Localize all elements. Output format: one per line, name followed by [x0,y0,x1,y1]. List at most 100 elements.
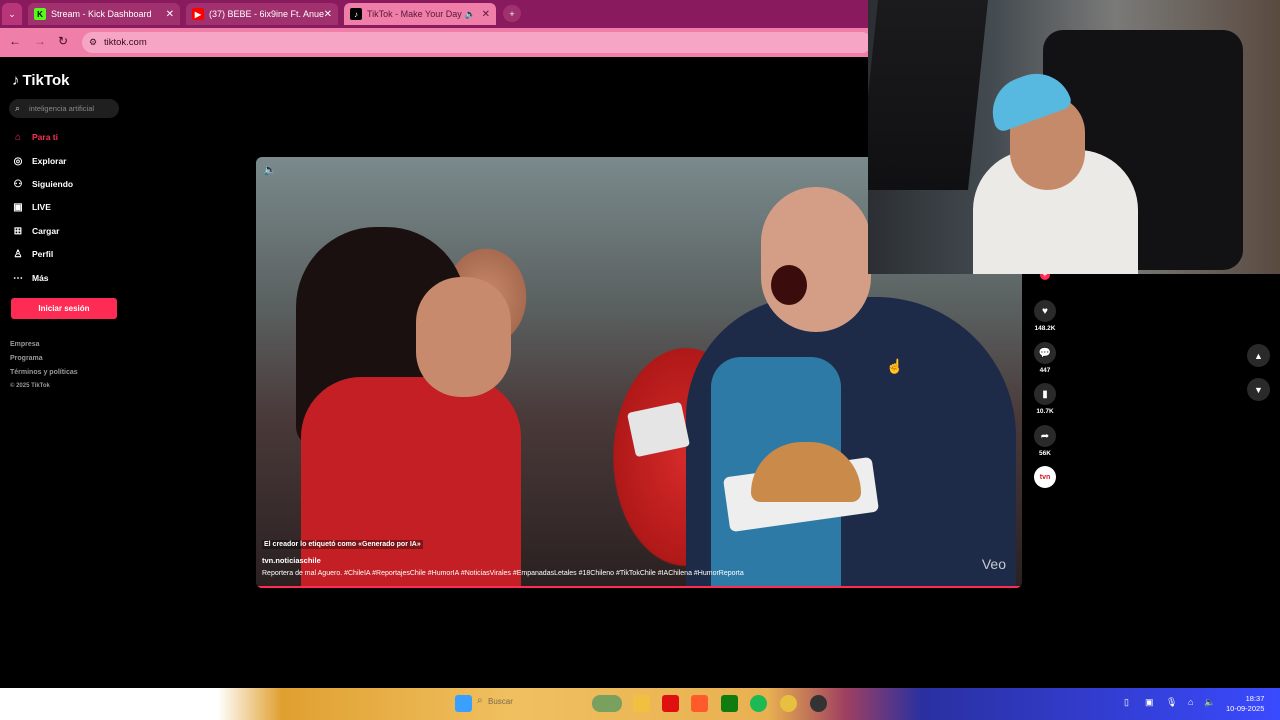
spotify-icon[interactable] [750,695,767,712]
tab-search-button[interactable]: ⌄ [2,3,22,25]
youtube-app-icon[interactable] [662,695,679,712]
save-action[interactable]: ▮ 10.7K [1034,383,1056,415]
profile-icon: ♙ [13,248,23,260]
taskbar-search-icon[interactable]: ⌕ [477,695,483,706]
webcam-overlay [868,0,1280,274]
youtube-favicon-icon: ▶ [192,8,204,20]
menu-label: Cargar [32,226,60,236]
menu-label: Más [32,273,49,283]
chrome-icon[interactable] [780,695,797,712]
close-tab-icon[interactable]: ✕ [324,9,332,20]
menu-item-siguiendo[interactable]: ⚇ Siguiendo [12,175,74,193]
comment-icon[interactable]: 💬 [1034,342,1056,364]
site-info-icon[interactable]: ⚙ [89,32,97,53]
clock-time: 18:37 [1245,694,1265,703]
tiktok-logo-icon: ♪ [12,72,20,89]
comment-action[interactable]: 💬 447 [1034,342,1056,374]
volume-icon[interactable]: 🔈 [263,163,277,176]
tray-app-icon[interactable]: ▣ [1145,697,1154,708]
chevron-down-icon: ⌄ [8,8,16,19]
compass-icon: ◎ [13,155,23,167]
app-icon[interactable] [691,695,708,712]
widgets-icon[interactable] [592,695,622,712]
upload-icon: ⊞ [13,225,23,237]
menu-item-live[interactable]: ▣ LIVE [12,198,51,216]
system-clock[interactable]: 18:37 10-09-2025 [1226,694,1264,714]
live-icon: ▣ [13,201,23,213]
volume-tray-icon[interactable]: 🔈 [1204,697,1215,708]
tray-usb-icon[interactable]: ▯ [1124,697,1129,708]
previous-video-button[interactable]: ▲ [1247,344,1270,367]
more-icon: ⋯ [13,272,23,284]
tiktok-logo[interactable]: ♪ TikTok [12,72,69,89]
footer-link-empresa[interactable]: Empresa [10,341,40,348]
file-explorer-icon[interactable] [633,695,650,712]
menu-item-cargar[interactable]: ⊞ Cargar [12,222,60,240]
tiktok-favicon-icon: ♪ [350,8,362,20]
menu-item-explorar[interactable]: ◎ Explorar [12,152,67,170]
next-video-button[interactable]: ▼ [1247,378,1270,401]
video-scene-reporter-jacket [301,377,521,588]
creator-name[interactable]: tvn.noticiaschile [262,556,321,565]
search-icon: ⌕ [15,103,21,113]
address-bar: ← → ↻ ⚙ tiktok.com [0,28,872,57]
tab-title: Stream - Kick Dashboard [51,9,152,19]
tvn-disc-icon: tvn [1034,466,1056,488]
chevron-down-icon: ▼ [1254,384,1263,395]
menu-item-para-ti[interactable]: ⌂ Para ti [12,128,58,146]
video-scene-microphone [626,401,691,458]
like-count: 148.2K [1034,325,1056,332]
tab-title: TikTok - Make Your Day [367,9,462,19]
microphone-icon[interactable]: 🎙 [1166,697,1177,708]
taskbar-search[interactable]: Buscar [488,697,513,706]
close-tab-icon[interactable]: ✕ [166,9,174,20]
logo-text: TikTok [22,72,70,89]
share-icon[interactable]: ➦ [1034,425,1056,447]
tab-title: (37) BEBE - 6ix9ine Ft. Anuel AA [209,9,324,19]
network-icon[interactable]: ⌂ [1188,697,1193,707]
like-action[interactable]: ♥ 148.2K [1034,300,1056,332]
back-icon[interactable]: ← [9,34,21,48]
ai-generated-label: El creador lo etiquetó como «Generado po… [262,540,423,549]
xbox-icon[interactable] [721,695,738,712]
save-count: 10.7K [1036,408,1054,415]
url-field[interactable]: ⚙ tiktok.com [82,32,872,53]
forward-icon[interactable]: → [34,34,46,48]
browser-tab-bar: ⌄ K Stream - Kick Dashboard ✕ ▶ (37) BEB… [0,0,868,28]
search-text: inteligencia artificial [29,104,95,113]
obs-icon[interactable] [810,695,827,712]
following-icon: ⚇ [13,178,23,190]
share-action[interactable]: ➦ 56K [1034,425,1056,457]
menu-item-perfil[interactable]: ♙ Perfil [12,245,54,263]
heart-icon[interactable]: ♥ [1034,300,1056,322]
veo-watermark: Veo [981,556,1006,572]
menu-label: Perfil [32,249,54,259]
tab-kick-dashboard[interactable]: K Stream - Kick Dashboard ✕ [28,3,180,25]
new-tab-button[interactable]: + [503,5,521,22]
start-icon[interactable] [455,695,472,712]
video-progress-bar[interactable] [258,586,1020,588]
reload-icon[interactable]: ↻ [58,34,68,48]
menu-label: Para ti [32,132,58,142]
video-description: Reportera de mal Aguero. #ChileIA #Repor… [262,570,744,577]
tiktok-sidebar: ♪ TikTok ⌕ inteligencia artificial ⌂ Par… [0,58,250,688]
speaker-icon[interactable]: 🔈 [465,9,476,20]
tab-tiktok[interactable]: ♪ TikTok - Make Your Day 🔈 ✕ [344,3,496,25]
kick-favicon-icon: K [34,8,46,20]
footer-link-programa[interactable]: Programa [10,355,43,362]
clock-date: 10-09-2025 [1226,704,1265,713]
menu-item-mas[interactable]: ⋯ Más [12,269,49,287]
menu-label: LIVE [32,202,51,212]
url-text: tiktok.com [104,37,147,48]
close-tab-icon[interactable]: ✕ [482,9,490,20]
login-button[interactable]: Iniciar sesión [11,298,117,319]
music-disc[interactable]: tvn [1034,466,1056,488]
footer-link-terms[interactable]: Términos y políticas [10,369,78,376]
share-count: 56K [1039,450,1051,457]
tab-youtube[interactable]: ▶ (37) BEBE - 6ix9ine Ft. Anuel AA ✕ [186,3,338,25]
menu-label: Siguiendo [32,179,74,189]
bookmark-icon[interactable]: ▮ [1034,383,1056,405]
copyright: © 2025 TikTok [10,383,50,389]
home-icon: ⌂ [14,131,22,143]
search-input[interactable]: ⌕ inteligencia artificial [9,99,119,118]
